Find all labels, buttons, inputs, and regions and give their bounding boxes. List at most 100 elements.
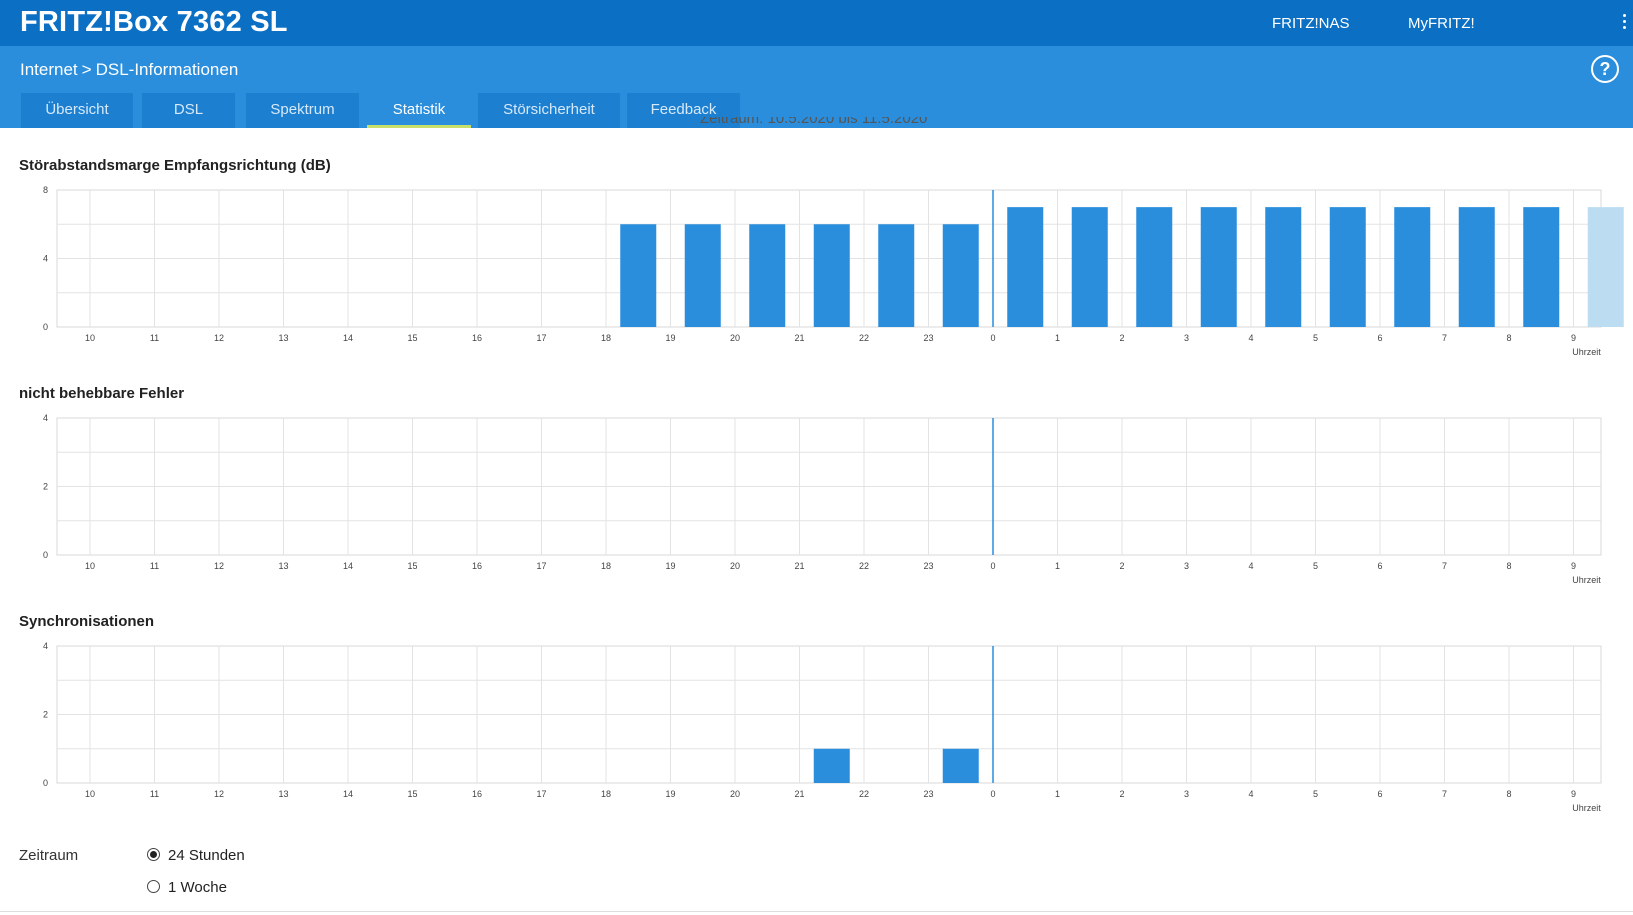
x-tick-label: 9 xyxy=(1571,333,1576,343)
x-tick-label: 17 xyxy=(536,333,546,343)
chart-title-sync: Synchronisationen xyxy=(19,613,155,630)
x-tick-label: 7 xyxy=(1442,789,1447,799)
x-tick-label: 3 xyxy=(1184,789,1189,799)
x-tick-label: 4 xyxy=(1248,561,1253,571)
y-tick-label: 2 xyxy=(43,710,48,720)
x-tick-label: 6 xyxy=(1377,789,1382,799)
breadcrumb-internet[interactable]: Internet xyxy=(20,60,78,79)
x-tick-label: 18 xyxy=(601,561,611,571)
x-tick-label: 6 xyxy=(1377,561,1382,571)
x-tick-label: 0 xyxy=(990,333,995,343)
bar-5 xyxy=(1329,207,1366,327)
x-tick-label: 19 xyxy=(665,789,675,799)
x-tick-label: 1 xyxy=(1055,333,1060,343)
x-tick-label: 14 xyxy=(343,561,353,571)
x-tick-label: 10 xyxy=(85,333,95,343)
bar-21 xyxy=(813,748,850,783)
x-tick-label: 0 xyxy=(990,561,995,571)
x-tick-label: 20 xyxy=(730,561,740,571)
bar-19 xyxy=(684,224,721,327)
x-axis-label: Uhrzeit xyxy=(1572,575,1601,585)
x-tick-label: 11 xyxy=(150,333,159,343)
x-tick-label: 10 xyxy=(85,789,95,799)
breadcrumb-separator: > xyxy=(81,60,92,79)
x-tick-label: 5 xyxy=(1313,333,1318,343)
x-tick-label: 21 xyxy=(794,561,804,571)
chart-snr-margin: 04810 11 12 13 14 15 16 17 18 19 20 21 22 23 0 1 2 3 4 5 6 7 8… xyxy=(43,185,1624,357)
label-1-woche: 1 Woche xyxy=(168,879,227,896)
x-axis-label: Uhrzeit xyxy=(1572,803,1601,813)
tab-stoersicherheit[interactable]: Störsicherheit xyxy=(478,93,620,128)
x-tick-label: 14 xyxy=(343,789,353,799)
x-tick-label: 20 xyxy=(730,333,740,343)
x-tick-label: 8 xyxy=(1506,333,1511,343)
breadcrumb: Internet > DSL-Informationen xyxy=(20,60,238,80)
bar-7 xyxy=(1458,207,1495,327)
x-tick-label: 14 xyxy=(343,333,353,343)
x-tick-label: 3 xyxy=(1184,561,1189,571)
help-icon[interactable]: ? xyxy=(1591,55,1619,83)
x-tick-label: 7 xyxy=(1442,561,1447,571)
bar-21 xyxy=(813,224,850,327)
x-tick-label: 19 xyxy=(665,333,675,343)
x-tick-label: 5 xyxy=(1313,561,1318,571)
x-tick-label: 10 xyxy=(85,561,95,571)
x-tick-label: 4 xyxy=(1248,789,1253,799)
x-tick-label: 23 xyxy=(923,333,933,343)
x-tick-label: 15 xyxy=(407,333,417,343)
chart-uncorrectable-errors: 02410 11 12 13 14 15 16 17 18 19 20 21 22 23 0 1 2 3 4 5 6 7 8… xyxy=(43,413,1602,585)
fritz-nas-link[interactable]: FRITZ!NAS xyxy=(1272,15,1350,32)
option-24-stunden[interactable]: 24 Stunden xyxy=(147,847,245,864)
bar-6 xyxy=(1394,207,1431,327)
y-tick-label: 8 xyxy=(43,185,48,195)
x-tick-label: 16 xyxy=(472,333,482,343)
tab-statistik[interactable]: Statistik xyxy=(367,93,471,128)
option-1-woche[interactable]: 1 Woche xyxy=(147,879,227,896)
bar-23 xyxy=(942,748,979,783)
x-tick-label: 18 xyxy=(601,789,611,799)
radio-24-stunden[interactable] xyxy=(147,848,160,861)
x-tick-label: 16 xyxy=(472,561,482,571)
zeitraum-label: Zeitraum xyxy=(19,847,79,864)
x-tick-label: 23 xyxy=(923,789,933,799)
x-tick-label: 22 xyxy=(859,561,869,571)
more-menu-icon[interactable] xyxy=(1623,14,1627,32)
x-tick-label: 9 xyxy=(1571,561,1576,571)
x-tick-label: 6 xyxy=(1377,333,1382,343)
y-tick-label: 4 xyxy=(43,254,48,264)
tab-uebersicht[interactable]: Übersicht xyxy=(21,93,133,128)
x-tick-label: 12 xyxy=(214,789,224,799)
bar-0 xyxy=(1007,207,1044,327)
x-tick-label: 4 xyxy=(1248,333,1253,343)
x-tick-label: 13 xyxy=(278,561,288,571)
x-tick-label: 20 xyxy=(730,789,740,799)
x-tick-label: 15 xyxy=(407,789,417,799)
x-tick-label: 11 xyxy=(150,561,159,571)
x-tick-label: 8 xyxy=(1506,789,1511,799)
x-tick-label: 12 xyxy=(214,561,224,571)
bar-20 xyxy=(749,224,786,327)
x-tick-label: 2 xyxy=(1119,333,1124,343)
tab-dsl[interactable]: DSL xyxy=(142,93,235,128)
x-tick-label: 1 xyxy=(1055,561,1060,571)
x-axis-label: Uhrzeit xyxy=(1572,347,1601,357)
x-tick-label: 2 xyxy=(1119,789,1124,799)
radio-1-woche[interactable] xyxy=(147,880,160,893)
bottom-divider xyxy=(0,911,1633,912)
bar-8 xyxy=(1523,207,1560,327)
y-tick-label: 4 xyxy=(43,641,48,651)
x-tick-label: 3 xyxy=(1184,333,1189,343)
x-tick-label: 21 xyxy=(794,789,804,799)
y-tick-label: 4 xyxy=(43,413,48,423)
myfritz-link[interactable]: MyFRITZ! xyxy=(1408,15,1475,32)
bar-9 xyxy=(1587,207,1624,327)
y-tick-label: 0 xyxy=(43,778,48,788)
top-header: FRITZ!Box 7362 SL FRITZ!NAS MyFRITZ! xyxy=(0,0,1633,46)
x-tick-label: 15 xyxy=(407,561,417,571)
x-tick-label: 17 xyxy=(536,561,546,571)
x-tick-label: 22 xyxy=(859,789,869,799)
bar-2 xyxy=(1136,207,1173,327)
tab-spektrum[interactable]: Spektrum xyxy=(246,93,359,128)
x-tick-label: 23 xyxy=(923,561,933,571)
x-tick-label: 17 xyxy=(536,789,546,799)
